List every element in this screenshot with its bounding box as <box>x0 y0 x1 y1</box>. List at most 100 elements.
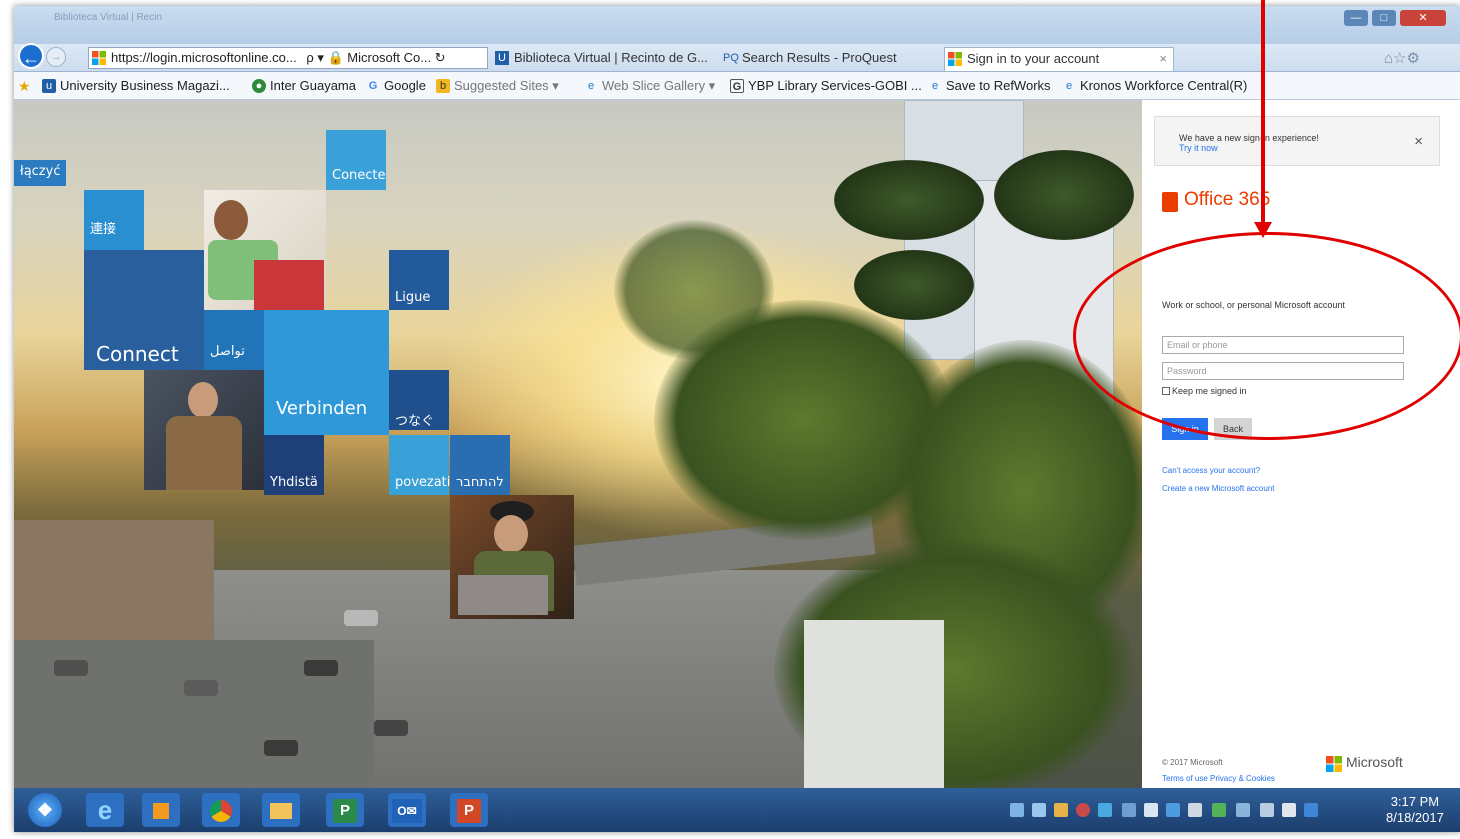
favorite-suggested-sites[interactable]: b Suggested Sites ▾ <box>436 77 559 95</box>
tray-icon[interactable] <box>1144 803 1158 817</box>
outlook-icon[interactable]: O✉ <box>388 793 426 827</box>
favorite-ybp-gobi[interactable]: G YBP Library Services-GOBI ... <box>730 77 922 95</box>
create-account-link[interactable]: Create a new Microsoft account <box>1162 484 1275 493</box>
tab-close-icon[interactable]: × <box>1159 48 1167 70</box>
tray-icon[interactable] <box>1188 803 1202 817</box>
address-text: https://login.microsoftonline.co... <box>111 50 297 65</box>
new-experience-notice: We have a new sign-in experience! Try it… <box>1154 116 1440 166</box>
favorite-inter-guayama[interactable]: ● Inter Guayama <box>252 77 356 95</box>
title-bar: Biblioteca Virtual | Recin — □ ✕ <box>14 6 1460 44</box>
maximize-icon[interactable]: □ <box>1372 10 1396 26</box>
favorite-refworks[interactable]: e Save to RefWorks <box>928 77 1051 95</box>
chrome-icon[interactable] <box>202 793 240 827</box>
photo-woman-with-mug <box>204 190 326 310</box>
clock-date: 8/18/2017 <box>1386 810 1444 825</box>
biblioteca-icon: U <box>495 51 509 65</box>
favorite-kronos[interactable]: e Kronos Workforce Central(R) <box>1062 77 1247 95</box>
magazine-icon: u <box>42 79 56 93</box>
tile-lianjie: 連接 <box>84 190 144 250</box>
publisher-icon[interactable]: P <box>326 793 364 827</box>
navigation-row: ← → https://login.microsoftonline.co... … <box>14 43 1460 72</box>
favorites-bar: ★ u University Business Magazi... ● Inter … <box>14 72 1460 100</box>
publisher-label: P <box>333 799 357 824</box>
favorite-label: University Business Magazi... <box>60 78 230 93</box>
favorite-label: Google <box>384 78 426 93</box>
network-icon[interactable] <box>1236 803 1250 817</box>
favorite-web-slice[interactable]: e Web Slice Gallery ▾ <box>584 77 715 95</box>
favorite-google[interactable]: G Google <box>366 77 426 95</box>
favorites-star-icon[interactable]: ★ <box>18 78 31 95</box>
microsoft-icon <box>92 51 106 65</box>
favorite-university-business[interactable]: u University Business Magazi... <box>42 77 230 95</box>
bing-icon: b <box>436 79 450 93</box>
copyright: © 2017 Microsoft <box>1162 758 1223 767</box>
ghost-tab-label: Biblioteca Virtual | Recin <box>54 12 163 23</box>
favorite-label: Web Slice Gallery ▾ <box>602 78 716 93</box>
home-icon[interactable]: ⌂☆⚙ <box>1384 49 1420 67</box>
inter-icon: ● <box>252 79 266 93</box>
back-arrow-icon[interactable]: ← <box>18 43 44 69</box>
tray-icon[interactable] <box>1122 803 1136 817</box>
tile-connect: Connect <box>84 250 204 370</box>
clock-time: 3:17 PM <box>1390 794 1440 809</box>
tile-povezati: povezati <box>389 435 450 495</box>
microsoft-icon <box>948 52 962 66</box>
volume-icon[interactable] <box>1260 803 1274 817</box>
terms-privacy-links[interactable]: Terms of use Privacy & Cookies <box>1162 774 1275 783</box>
tray-icon[interactable] <box>1166 803 1180 817</box>
favorite-label: Suggested Sites ▾ <box>454 78 559 93</box>
tray-icon[interactable] <box>1212 803 1226 817</box>
tray-icon[interactable] <box>1304 803 1318 817</box>
start-icon[interactable]: ❖ <box>28 793 62 827</box>
forward-arrow-icon[interactable]: → <box>46 47 66 67</box>
media-icon[interactable] <box>142 793 180 827</box>
page-content: łączyć Conecte 連接 Ligue Connect تواصل Ve… <box>14 100 1460 788</box>
tile-hebrew: להתחבר <box>450 435 510 495</box>
cant-access-link[interactable]: Can't access your account? <box>1162 466 1260 475</box>
background-photo: łączyć Conecte 連接 Ligue Connect تواصل Ve… <box>14 100 1142 788</box>
address-bar[interactable]: https://login.microsoftonline.co... ρ ▾ … <box>88 47 488 69</box>
favorite-label: Inter Guayama <box>270 78 356 93</box>
tab-biblioteca[interactable]: U Biblioteca Virtual | Recinto de G... <box>492 47 718 71</box>
tray-icon[interactable] <box>1010 803 1024 817</box>
tile-ligue: Ligue <box>389 250 449 310</box>
product-title: Office 365 <box>1184 189 1271 210</box>
tab-label: Biblioteca Virtual | Recinto de G... <box>514 50 708 65</box>
tray-icon[interactable] <box>1054 803 1068 817</box>
close-icon[interactable]: × <box>1414 133 1423 150</box>
taskbar: ❖ e P O✉ P 3:17 PM 8/18/2017 <box>14 788 1460 832</box>
address-tools: ρ ▾ 🔒 Microsoft Co... ↻ <box>306 50 446 65</box>
gobi-icon: G <box>730 79 744 93</box>
minimize-icon[interactable]: — <box>1344 10 1368 26</box>
annotation-circle <box>1073 232 1460 440</box>
tab-sign-in[interactable]: Sign in to your account × <box>944 47 1174 71</box>
powerpoint-icon[interactable]: P <box>450 793 488 827</box>
tile-yhdista: Yhdistä <box>264 435 324 495</box>
notice-text: We have a new sign-in experience! <box>1179 133 1319 143</box>
proquest-icon: PQ <box>723 52 739 64</box>
sign-in-panel: We have a new sign-in experience! Try it… <box>1142 100 1460 788</box>
tray-icon[interactable] <box>1032 803 1046 817</box>
tile-tsunagu: つなぐ <box>389 370 449 430</box>
ie-icon: e <box>931 80 939 92</box>
photo-man-with-laptop <box>450 495 574 619</box>
outlook-label: O✉ <box>392 799 422 824</box>
tab-proquest[interactable]: PQ Search Results - ProQuest <box>720 47 940 71</box>
clock[interactable]: 3:17 PM 8/18/2017 <box>1386 794 1444 826</box>
tray-icon[interactable] <box>1076 803 1090 817</box>
ie-icon[interactable]: e <box>86 793 124 827</box>
ie-icon: e <box>1065 80 1073 92</box>
microsoft-logo-icon <box>1326 756 1342 772</box>
ie-icon: e <box>587 80 595 92</box>
flag-icon[interactable] <box>1282 803 1296 817</box>
annotation-arrow <box>1261 0 1265 228</box>
favorite-label: YBP Library Services-GOBI ... <box>748 78 922 93</box>
tile-conecte: Conecte <box>326 130 386 190</box>
tab-label: Sign in to your account <box>967 51 1100 66</box>
try-it-now-link[interactable]: Try it now <box>1179 143 1439 153</box>
tray-icon[interactable] <box>1098 803 1112 817</box>
explorer-icon[interactable] <box>262 793 300 827</box>
photo-man-with-phone <box>144 370 264 490</box>
close-window-icon[interactable]: ✕ <box>1400 10 1446 26</box>
google-icon: G <box>368 80 378 92</box>
